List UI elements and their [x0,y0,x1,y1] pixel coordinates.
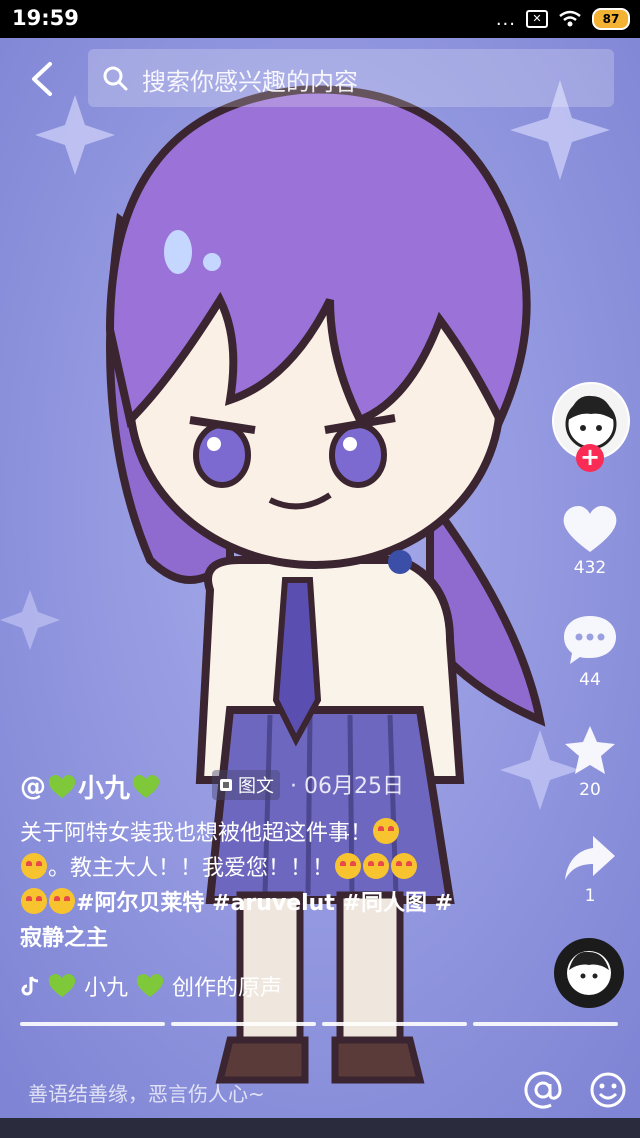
progress-segment [473,1022,618,1026]
share-count: 1 [584,886,596,906]
image-progress-indicator [20,1022,618,1026]
wifi-icon [559,10,581,27]
author-avatar-wrap[interactable]: + [552,382,630,472]
caption-line-1: 关于阿特女装我也想被他超这件事！ [20,821,373,846]
heart-icon [563,506,617,552]
green-heart-icon [136,974,164,997]
star-icon [565,726,615,774]
back-arrow-icon[interactable] [26,60,60,98]
post-type-badge: 图文 [212,770,280,800]
status-time: 19:59 [12,6,79,30]
music-disc-avatar-icon [567,951,611,995]
green-heart-icon [48,974,76,997]
progress-segment [322,1022,467,1026]
author-name-text: 小九 [78,774,131,804]
search-icon [103,66,128,91]
progress-segment [171,1022,316,1026]
author-name[interactable]: @ 小九 [20,768,162,805]
more-dots-icon: ... [495,8,516,30]
heart-eyes-emoji-icon [21,888,47,914]
tiktok-note-icon [21,976,39,996]
music-suffix: 创作的原声 [172,976,283,1001]
heart-eyes-emoji-icon [373,818,400,844]
comment-count: 44 [579,670,601,690]
follow-plus-button[interactable]: + [576,444,604,472]
search-placeholder: 搜索你感兴趣的内容 [142,68,358,96]
emoji-icon[interactable] [588,1070,628,1110]
search-input[interactable]: 搜索你感兴趣的内容 [88,49,614,107]
post-date: · 06月25日 [290,774,404,799]
at-mention-icon[interactable] [523,1070,563,1110]
post-image [0,0,640,1138]
caption-line-4[interactable]: 寂静之主 [20,926,108,951]
notification-x-icon: ✕ [526,10,548,28]
like-count: 432 [573,558,607,578]
hashtags[interactable]: #阿尔贝莱特 #aruvelut #同人图 # [76,891,453,916]
music-info[interactable]: 小九 创作的原声 [20,970,282,1002]
comment-input[interactable]: 善语结善缘，恶言伤人心~ [28,1078,265,1107]
comment-bubble-icon [564,616,616,664]
post-type-label: 图文 [238,776,274,797]
favorite-button[interactable]: 20 [548,724,632,800]
heart-eyes-emoji-icon [49,888,75,914]
heart-eyes-emoji-icon [363,853,390,879]
heart-eyes-emoji-icon [21,853,47,879]
progress-segment [20,1022,165,1026]
bottom-strip [0,1118,640,1138]
green-heart-icon [132,774,160,798]
status-bar: 19:59 ... ✕ 87 [0,0,640,38]
share-button[interactable]: 1 [548,834,632,906]
green-heart-icon [48,774,76,798]
heart-eyes-emoji-icon [335,853,362,879]
heart-eyes-emoji-icon [391,853,418,879]
caption-line-2: 。教主大人！！我爱您！！！ [48,856,335,881]
author-at: @ [20,771,46,802]
post-caption: 关于阿特女装我也想被他超这件事！ 。教主大人！！我爱您！！！ #阿尔贝莱特 #a… [20,816,480,956]
favorite-count: 20 [579,780,601,800]
music-author: 小九 [84,976,129,1001]
comment-bar: 善语结善缘，恶言伤人心~ [0,1062,640,1118]
battery-icon: 87 [592,8,630,30]
like-button[interactable]: 432 [548,504,632,578]
share-arrow-icon [565,836,615,880]
music-disc[interactable] [554,938,624,1008]
image-text-icon [220,779,232,791]
status-icons: ... ✕ 87 [496,8,630,30]
comment-button[interactable]: 44 [548,614,632,690]
